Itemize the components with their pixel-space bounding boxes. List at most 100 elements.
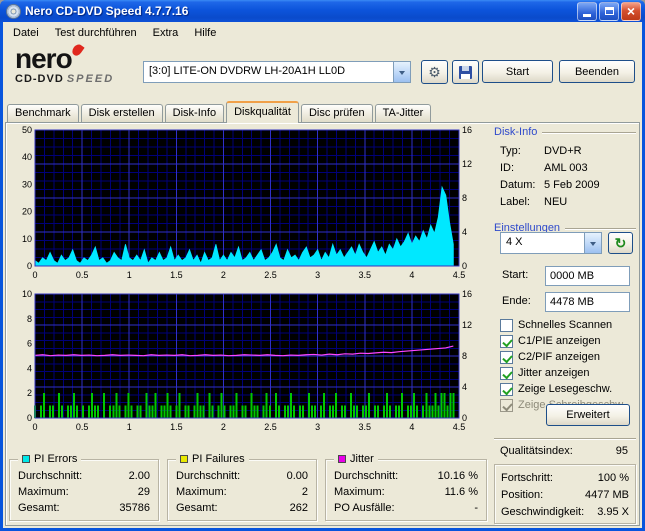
tab-disk-erstellen[interactable]: Disk erstellen bbox=[80, 104, 163, 122]
svg-text:4: 4 bbox=[462, 227, 467, 237]
refresh-button[interactable]: ↻ bbox=[608, 232, 633, 254]
drive-select[interactable]: [3:0] LITE-ON DVDRW LH-20A1H LL0D bbox=[143, 61, 411, 83]
nero-subtitle: CD-DVD SPEED bbox=[15, 73, 140, 85]
app-window: Nero CD-DVD Speed 4.7.7.16 × Datei Test … bbox=[0, 0, 645, 531]
svg-text:3: 3 bbox=[315, 422, 320, 432]
stat-row: Durchschnitt: 0.00 bbox=[176, 470, 308, 483]
tab-diskqualitaet[interactable]: Diskqualität bbox=[226, 101, 299, 123]
tab-strip: Benchmark Disk erstellen Disk-Info Diskq… bbox=[7, 101, 433, 123]
menu-item-hilfe[interactable]: Hilfe bbox=[186, 25, 224, 41]
chevron-down-icon[interactable] bbox=[584, 233, 601, 253]
speed-select[interactable]: 4 X bbox=[500, 232, 602, 254]
checkbox-c2-pif-anzeigen[interactable]: C2/PIF anzeigen bbox=[500, 350, 636, 364]
stat-row: Durchschnitt: 2.00 bbox=[18, 470, 150, 483]
pi-errors-chart: 0 10 20 30 40 50 0 4 8 12 16 0 0.5 1 1.5 2 2.5 3 3.5 4 4.5 bbox=[9, 125, 487, 288]
stat-label: Durchschnitt: bbox=[334, 470, 399, 482]
tab-benchmark[interactable]: Benchmark bbox=[7, 104, 79, 122]
options-button[interactable]: ⚙ bbox=[421, 60, 448, 84]
disk-info-title: Disk-Info bbox=[494, 126, 538, 138]
right-panel: Disk-Info Typ: DVD+R ID: AML 003 Datum: 5 F… bbox=[492, 126, 638, 524]
svg-text:4.5: 4.5 bbox=[453, 270, 466, 280]
svg-text:4.5: 4.5 bbox=[453, 422, 466, 432]
client-area: Datei Test durchführen Extra Hilfe nero … bbox=[3, 22, 642, 528]
nero-word: nero bbox=[15, 43, 73, 74]
svg-text:4: 4 bbox=[27, 363, 32, 373]
disk-row-id: ID: AML 003 bbox=[500, 162, 634, 176]
svg-text:40: 40 bbox=[22, 152, 32, 162]
progress-box: Fortschritt: 100 % Position: 4477 MB Gesch… bbox=[494, 464, 636, 524]
quality-index-value: 95 bbox=[615, 445, 628, 457]
stat-value: 29 bbox=[137, 486, 150, 498]
stat-label: Maximum: bbox=[176, 486, 227, 498]
maximize-icon bbox=[604, 7, 614, 15]
checkbox-icon bbox=[500, 350, 513, 364]
close-button[interactable]: × bbox=[621, 1, 641, 21]
checkbox-jitter-anzeigen[interactable]: Jitter anzeigen bbox=[500, 366, 636, 380]
pif-jitter-chart: 0 2 4 6 8 10 0 4 8 12 16 0 0.5 1 1.5 2 2.5 3 3.5 4 4.5 bbox=[9, 289, 487, 442]
stat-value: 35786 bbox=[119, 502, 150, 514]
svg-text:50: 50 bbox=[22, 126, 32, 135]
progress-value: 100 % bbox=[597, 472, 629, 484]
pi-failures-color-swatch bbox=[180, 455, 188, 463]
checkbox-icon bbox=[500, 318, 513, 332]
stat-value: 11.6 % bbox=[444, 486, 478, 498]
menu-item-datei[interactable]: Datei bbox=[5, 25, 47, 41]
checkbox-label: C1/PIE anzeigen bbox=[518, 335, 601, 347]
floppy-icon bbox=[459, 65, 472, 79]
checkbox-label: Schnelles Scannen bbox=[518, 319, 613, 331]
disk-value: AML 003 bbox=[544, 162, 588, 174]
save-button[interactable] bbox=[452, 60, 479, 84]
svg-text:2: 2 bbox=[221, 422, 226, 432]
menu-item-extra[interactable]: Extra bbox=[145, 25, 187, 41]
disk-label: Label: bbox=[500, 196, 530, 208]
checkbox-zeige-lesegeschw[interactable]: Zeige Lesegeschw. bbox=[500, 382, 636, 396]
minimize-button[interactable] bbox=[577, 1, 597, 21]
jitter-color-swatch bbox=[338, 455, 346, 463]
disk-label: ID: bbox=[500, 162, 515, 174]
checkbox-schnelles-scannen[interactable]: Schnelles Scannen bbox=[500, 318, 636, 332]
checkbox-c1-pie-anzeigen[interactable]: C1/PIE anzeigen bbox=[500, 334, 636, 348]
tab-disc-pruefen[interactable]: Disc prüfen bbox=[300, 104, 373, 122]
stat-value: 10.16 % bbox=[437, 470, 478, 482]
svg-text:12: 12 bbox=[462, 159, 472, 169]
maximize-button[interactable] bbox=[599, 1, 619, 21]
disk-row-typ: Typ: DVD+R bbox=[500, 145, 634, 159]
stat-row: Maximum: 11.6 % bbox=[334, 486, 478, 499]
nero-wordmark: nero bbox=[15, 42, 85, 74]
svg-text:3.5: 3.5 bbox=[359, 422, 372, 432]
stat-row: Gesamt: 35786 bbox=[18, 502, 150, 515]
menu-item-test-durchfuehren[interactable]: Test durchführen bbox=[47, 25, 145, 41]
start-input[interactable]: 0000 MB bbox=[545, 266, 630, 286]
end-input[interactable]: 4478 MB bbox=[545, 292, 630, 312]
disk-row-datum: Datum: 5 Feb 2009 bbox=[500, 179, 634, 193]
tab-disk-info[interactable]: Disk-Info bbox=[164, 104, 225, 122]
advanced-button[interactable]: Erweitert bbox=[546, 404, 630, 426]
quit-button[interactable]: Beenden bbox=[559, 60, 635, 83]
svg-text:8: 8 bbox=[462, 351, 467, 361]
stat-row: Maximum: 29 bbox=[18, 486, 150, 499]
checkbox-icon bbox=[500, 382, 513, 396]
stat-legend: Jitter bbox=[334, 453, 378, 465]
tab-ta-jitter[interactable]: TA-Jitter bbox=[374, 104, 432, 122]
start-button[interactable]: Start bbox=[482, 60, 553, 83]
title-bar[interactable]: Nero CD-DVD Speed 4.7.7.16 × bbox=[0, 0, 645, 22]
progress-row-position: Position: 4477 MB bbox=[501, 489, 629, 503]
stat-value: 262 bbox=[289, 502, 308, 514]
svg-text:10: 10 bbox=[22, 290, 32, 299]
checkbox-icon bbox=[500, 334, 513, 348]
checkbox-icon bbox=[500, 398, 513, 412]
svg-text:30: 30 bbox=[22, 179, 32, 189]
start-field-label: Start: bbox=[502, 269, 529, 281]
svg-text:0: 0 bbox=[32, 270, 37, 280]
drive-select-value: [3:0] LITE-ON DVDRW LH-20A1H LL0D bbox=[149, 65, 346, 77]
svg-text:4: 4 bbox=[462, 382, 467, 392]
flame-icon bbox=[70, 42, 85, 58]
svg-text:0.5: 0.5 bbox=[76, 270, 89, 280]
progress-label: Fortschritt: bbox=[501, 472, 553, 484]
stat-title: Jitter bbox=[350, 453, 374, 465]
svg-text:3.5: 3.5 bbox=[359, 270, 372, 280]
stat-box-jitter: Jitter Durchschnitt: 10.16 % Maximum: 11.6… bbox=[325, 453, 487, 521]
svg-text:1: 1 bbox=[127, 270, 132, 280]
chevron-down-icon[interactable] bbox=[393, 62, 410, 82]
progress-value: 3.95 X bbox=[597, 506, 629, 518]
